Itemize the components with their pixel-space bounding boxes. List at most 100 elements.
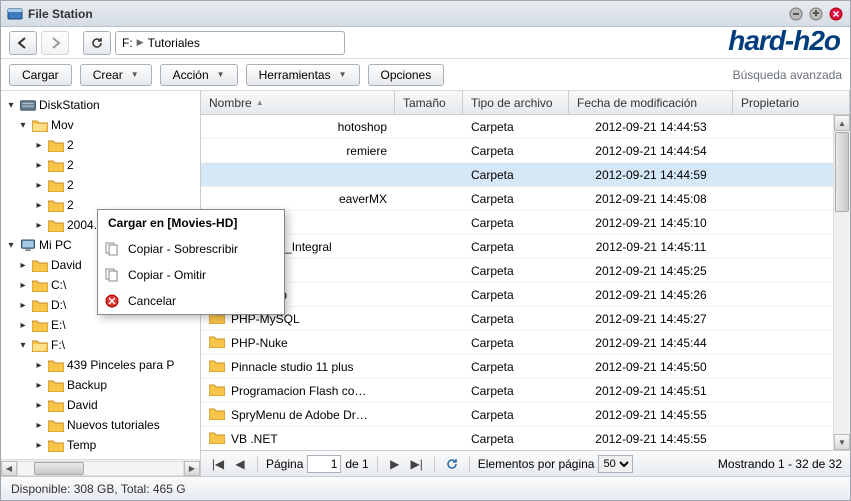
- forward-button[interactable]: [41, 31, 69, 55]
- scroll-up-button[interactable]: ▲: [834, 115, 850, 131]
- tree-item[interactable]: ▸Backup: [1, 375, 200, 395]
- folder-open-icon: [32, 338, 48, 352]
- cell-type: Carpeta: [463, 312, 569, 326]
- scroll-down-button[interactable]: ▼: [834, 434, 850, 450]
- folder-icon: [48, 418, 64, 432]
- context-copy-skip[interactable]: Copiar - Omitir: [98, 262, 284, 288]
- folder-icon: [209, 383, 225, 399]
- tree-f-drive[interactable]: ▾F:\: [1, 335, 200, 355]
- tree-item[interactable]: ▸E:\: [1, 315, 200, 335]
- folder-icon: [32, 298, 48, 312]
- scroll-left-button[interactable]: ◀: [1, 461, 17, 476]
- path-segment: Tutoriales: [148, 36, 200, 50]
- header-name[interactable]: Nombre▲: [201, 91, 395, 114]
- table-row[interactable]: VB .NETCarpeta2012-09-21 14:45:55: [201, 427, 833, 450]
- accion-button[interactable]: Acción▼: [160, 64, 238, 86]
- table-row[interactable]: Carpeta2012-09-21 14:45:10: [201, 211, 833, 235]
- table-row[interactable]: SpryMenu de Adobe Dr…Carpeta2012-09-21 1…: [201, 403, 833, 427]
- file-name: PHP-Nuke: [231, 336, 288, 350]
- tree-label: 2: [67, 198, 74, 212]
- scroll-thumb[interactable]: [34, 462, 84, 475]
- cell-name: hotoshop: [201, 120, 395, 134]
- page-input[interactable]: [307, 455, 341, 473]
- vscroll[interactable]: ▲ ▼: [833, 115, 850, 450]
- tree-item[interactable]: ▸Temp: [1, 435, 200, 455]
- tree-item[interactable]: ▸2: [1, 135, 200, 155]
- cell-type: Carpeta: [463, 216, 569, 230]
- sort-asc-icon: ▲: [256, 98, 264, 107]
- next-page-button[interactable]: ▶: [386, 455, 404, 473]
- scroll-right-button[interactable]: ▶: [184, 461, 200, 476]
- search-field[interactable]: Búsqueda avanzada: [733, 68, 842, 82]
- table-row[interactable]: Carpeta2012-09-21 14:44:59: [201, 163, 833, 187]
- cell-name: SpryMenu de Adobe Dr…: [201, 407, 395, 423]
- tree-movies[interactable]: ▾Mov: [1, 115, 200, 135]
- folder-icon: [48, 198, 64, 212]
- close-button[interactable]: [828, 6, 844, 22]
- caret-down-icon: ▼: [131, 70, 139, 79]
- status-bar: Disponible: 308 GB, Total: 465 G: [1, 476, 850, 500]
- back-button[interactable]: [9, 31, 37, 55]
- minimize-button[interactable]: [788, 6, 804, 22]
- file-rows[interactable]: hotoshopCarpeta2012-09-21 14:44:53remier…: [201, 115, 833, 450]
- table-row[interactable]: Programacion Flash co…Carpeta2012-09-21 …: [201, 379, 833, 403]
- scroll-track[interactable]: [17, 461, 184, 476]
- table-row[interactable]: Javascript_IntegralCarpeta2012-09-21 14:…: [201, 235, 833, 259]
- vscroll-track[interactable]: [834, 131, 850, 434]
- table-row[interactable]: PHP-MySQLCarpeta2012-09-21 14:45:27: [201, 307, 833, 331]
- cargar-label: Cargar: [22, 68, 59, 82]
- file-list: Nombre▲ Tamaño Tipo de archivo Fecha de …: [201, 91, 850, 476]
- table-row[interactable]: eaverMXCarpeta2012-09-21 14:45:08: [201, 187, 833, 211]
- table-row[interactable]: hotoshopCarpeta2012-09-21 14:44:53: [201, 115, 833, 139]
- computer-icon: [20, 238, 36, 252]
- table-row[interactable]: remiereCarpeta2012-09-21 14:44:54: [201, 139, 833, 163]
- folder-icon: [48, 358, 64, 372]
- table-row[interactable]: PHP-NukeCarpeta2012-09-21 14:45:44: [201, 331, 833, 355]
- first-page-button[interactable]: |◀: [209, 455, 227, 473]
- herramientas-button[interactable]: Herramientas▼: [246, 64, 360, 86]
- cell-date: 2012-09-21 14:45:25: [569, 264, 733, 278]
- path-field[interactable]: F: ▶ Tutoriales: [115, 31, 345, 55]
- refresh-pager-button[interactable]: [443, 455, 461, 473]
- cell-date: 2012-09-21 14:45:26: [569, 288, 733, 302]
- cell-date: 2012-09-21 14:45:55: [569, 408, 733, 422]
- prev-page-button[interactable]: ◀: [231, 455, 249, 473]
- sidebar-hscroll[interactable]: ◀ ▶: [1, 459, 200, 476]
- header-size[interactable]: Tamaño: [395, 91, 463, 114]
- table-row[interactable]: photoshopCarpeta2012-09-21 14:45:26: [201, 283, 833, 307]
- header-type[interactable]: Tipo de archivo: [463, 91, 569, 114]
- header-owner[interactable]: Propietario: [733, 91, 850, 114]
- table-row[interactable]: LinuxCarpeta2012-09-21 14:45:25: [201, 259, 833, 283]
- last-page-button[interactable]: ▶|: [408, 455, 426, 473]
- context-cancel[interactable]: Cancelar: [98, 288, 284, 314]
- vscroll-thumb[interactable]: [835, 132, 849, 212]
- tree-item[interactable]: ▸David: [1, 395, 200, 415]
- header-label: Tamaño: [403, 96, 446, 110]
- status-text: Disponible: 308 GB, Total: 465 G: [11, 482, 186, 496]
- file-station-window: File Station F: ▶ Tutoriales hard-h2o Ca…: [0, 0, 851, 501]
- cargar-button[interactable]: Cargar: [9, 64, 72, 86]
- maximize-button[interactable]: [808, 6, 824, 22]
- tree-item[interactable]: ▸439 Pinceles para P: [1, 355, 200, 375]
- context-copy-overwrite[interactable]: Copiar - Sobrescribir: [98, 236, 284, 262]
- perpage-select[interactable]: 50: [598, 455, 633, 473]
- header-date[interactable]: Fecha de modificación: [569, 91, 733, 114]
- tree-label: Mov: [51, 118, 74, 132]
- file-name: SpryMenu de Adobe Dr…: [231, 408, 368, 422]
- folder-icon: [48, 178, 64, 192]
- opciones-button[interactable]: Opciones: [368, 64, 445, 86]
- tree-item[interactable]: ▸2: [1, 155, 200, 175]
- path-sep-icon: ▶: [137, 37, 144, 48]
- tree-item[interactable]: ▸Nuevos tutoriales: [1, 415, 200, 435]
- copy-icon: [104, 267, 120, 283]
- crear-button[interactable]: Crear▼: [80, 64, 152, 86]
- tree-root[interactable]: ▾DiskStation: [1, 95, 200, 115]
- cell-date: 2012-09-21 14:45:51: [569, 384, 733, 398]
- refresh-button[interactable]: [83, 31, 111, 55]
- table-row[interactable]: Pinnacle studio 11 plusCarpeta2012-09-21…: [201, 355, 833, 379]
- folder-icon: [32, 278, 48, 292]
- tree-item[interactable]: ▸2: [1, 175, 200, 195]
- page-of: de 1: [345, 457, 368, 471]
- tree-label: D:\: [51, 298, 66, 312]
- folder-icon: [48, 138, 64, 152]
